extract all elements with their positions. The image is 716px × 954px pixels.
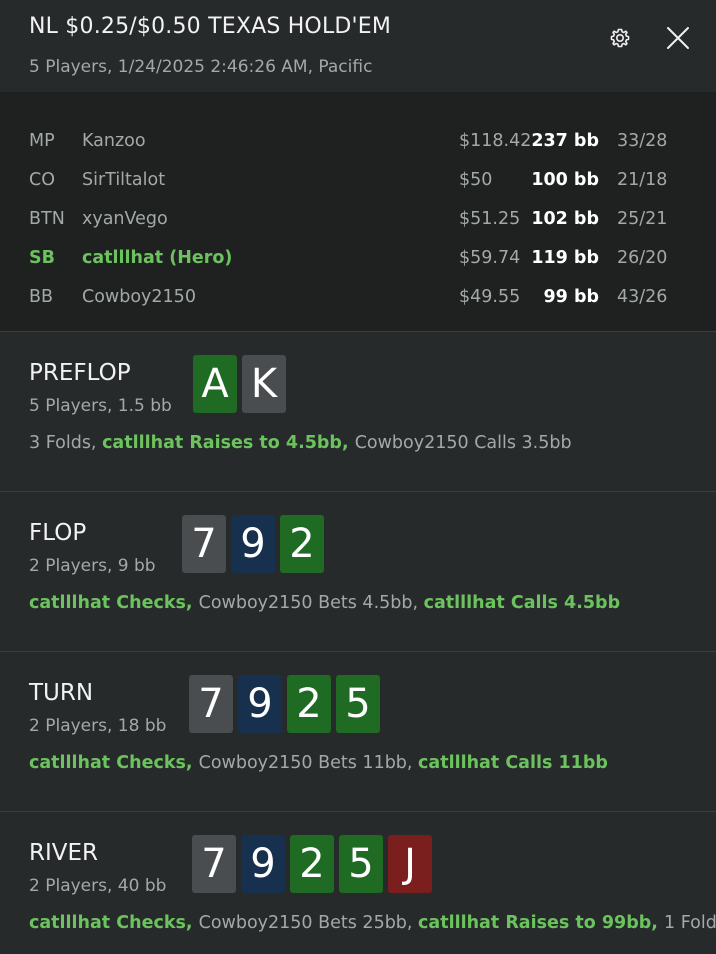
player-position: BTN — [29, 209, 65, 229]
hero-action: catlllhat Checks, — [29, 913, 199, 933]
player-stats: 21/18 — [617, 170, 668, 190]
street-info: 2 Players, 40 bb — [29, 876, 167, 896]
playing-card: 2 — [290, 835, 334, 893]
playing-card: J — [388, 835, 432, 893]
player-position: CO — [29, 170, 55, 190]
hero-action: catlllhat Calls 4.5bb — [423, 593, 621, 613]
street-flop: FLOP 2 Players, 9 bb 792 catlllhat Check… — [0, 492, 716, 652]
hero-action: catlllhat Calls 11bb — [418, 753, 608, 773]
action-text: 1 Fold — [664, 913, 716, 933]
street-info: 2 Players, 18 bb — [29, 716, 167, 736]
hand-subtitle: 5 Players, 1/24/2025 2:46:26 AM, Pacific — [29, 57, 373, 77]
player-stats: 26/20 — [617, 248, 668, 268]
player-stats: 25/21 — [617, 209, 668, 229]
player-name: SirTiltalot — [82, 170, 166, 190]
player-name: catlllhat (Hero) — [82, 248, 233, 268]
playing-card: 7 — [182, 515, 226, 573]
player-stack: $59.74 — [459, 248, 521, 268]
player-stack: $118.42 — [459, 131, 532, 151]
player-row: BB Cowboy2150 $49.55 99 bb 43/26 — [0, 282, 716, 312]
hero-action: catlllhat Checks, — [29, 593, 199, 613]
player-stack-bb: 100 bb — [531, 170, 599, 190]
street-actions: 3 Folds, catlllhat Raises to 4.5bb, Cowb… — [29, 433, 572, 453]
player-stack-bb: 119 bb — [531, 248, 599, 268]
board-cards: 7925 — [189, 675, 380, 733]
playing-card: 7 — [189, 675, 233, 733]
action-text: Cowboy2150 Bets 4.5bb, — [198, 593, 424, 613]
player-stack: $49.55 — [459, 287, 521, 307]
playing-card: K — [242, 355, 286, 413]
playing-card: 2 — [287, 675, 331, 733]
playing-card: 5 — [336, 675, 380, 733]
board-cards: AK — [193, 355, 286, 413]
board-cards: 7925J — [192, 835, 432, 893]
player-stats: 33/28 — [617, 131, 668, 151]
action-text: Cowboy2150 Bets 11bb, — [198, 753, 419, 773]
player-row: SB catlllhat (Hero) $59.74 119 bb 26/20 — [0, 243, 716, 273]
street-river: RIVER 2 Players, 40 bb 7925J catlllhat C… — [0, 812, 716, 952]
player-name: xyanVego — [82, 209, 168, 229]
hero-action: catlllhat Raises to 99bb, — [418, 913, 665, 933]
street-info: 2 Players, 9 bb — [29, 556, 156, 576]
street-name: PREFLOP — [29, 360, 131, 386]
street-actions: catlllhat Checks, Cowboy2150 Bets 4.5bb,… — [29, 593, 620, 613]
gear-icon[interactable] — [608, 26, 632, 50]
action-text: 3 Folds, — [29, 433, 103, 453]
player-name: Kanzoo — [82, 131, 146, 151]
player-row: MP Kanzoo $118.42 237 bb 33/28 — [0, 126, 716, 156]
player-position: MP — [29, 131, 55, 151]
player-stats: 43/26 — [617, 287, 668, 307]
playing-card: 2 — [280, 515, 324, 573]
street-preflop: PREFLOP 5 Players, 1.5 bb AK 3 Folds, ca… — [0, 332, 716, 492]
playing-card: 9 — [238, 675, 282, 733]
hero-action: catlllhat Checks, — [29, 753, 199, 773]
board-cards: 792 — [182, 515, 324, 573]
player-name: Cowboy2150 — [82, 287, 196, 307]
player-stack-bb: 237 bb — [531, 131, 599, 151]
playing-card: 9 — [241, 835, 285, 893]
player-row: CO SirTiltalot $50 100 bb 21/18 — [0, 165, 716, 195]
street-name: RIVER — [29, 840, 99, 866]
hand-title: NL $0.25/$0.50 TEXAS HOLD'EM — [29, 14, 392, 39]
players-table: MP Kanzoo $118.42 237 bb 33/28 CO SirTil… — [0, 92, 716, 332]
player-position: BB — [29, 287, 54, 307]
player-stack-bb: 102 bb — [531, 209, 599, 229]
action-text: Cowboy2150 Calls 3.5bb — [354, 433, 572, 453]
player-stack-bb: 99 bb — [543, 287, 600, 307]
hero-action: catlllhat Raises to 4.5bb, — [102, 433, 355, 453]
playing-card: A — [193, 355, 237, 413]
player-position: SB — [29, 248, 55, 268]
action-text: Cowboy2150 Bets 25bb, — [198, 913, 419, 933]
playing-card: 5 — [339, 835, 383, 893]
street-turn: TURN 2 Players, 18 bb 7925 catlllhat Che… — [0, 652, 716, 812]
close-icon[interactable] — [666, 26, 690, 50]
header: NL $0.25/$0.50 TEXAS HOLD'EM 5 Players, … — [0, 0, 716, 92]
street-info: 5 Players, 1.5 bb — [29, 396, 172, 416]
player-stack: $50 — [459, 170, 493, 190]
playing-card: 9 — [231, 515, 275, 573]
player-stack: $51.25 — [459, 209, 521, 229]
street-name: FLOP — [29, 520, 87, 546]
player-row: BTN xyanVego $51.25 102 bb 25/21 — [0, 204, 716, 234]
street-name: TURN — [29, 680, 94, 706]
street-actions: catlllhat Checks, Cowboy2150 Bets 11bb, … — [29, 753, 608, 773]
playing-card: 7 — [192, 835, 236, 893]
street-actions: catlllhat Checks, Cowboy2150 Bets 25bb, … — [29, 913, 716, 933]
